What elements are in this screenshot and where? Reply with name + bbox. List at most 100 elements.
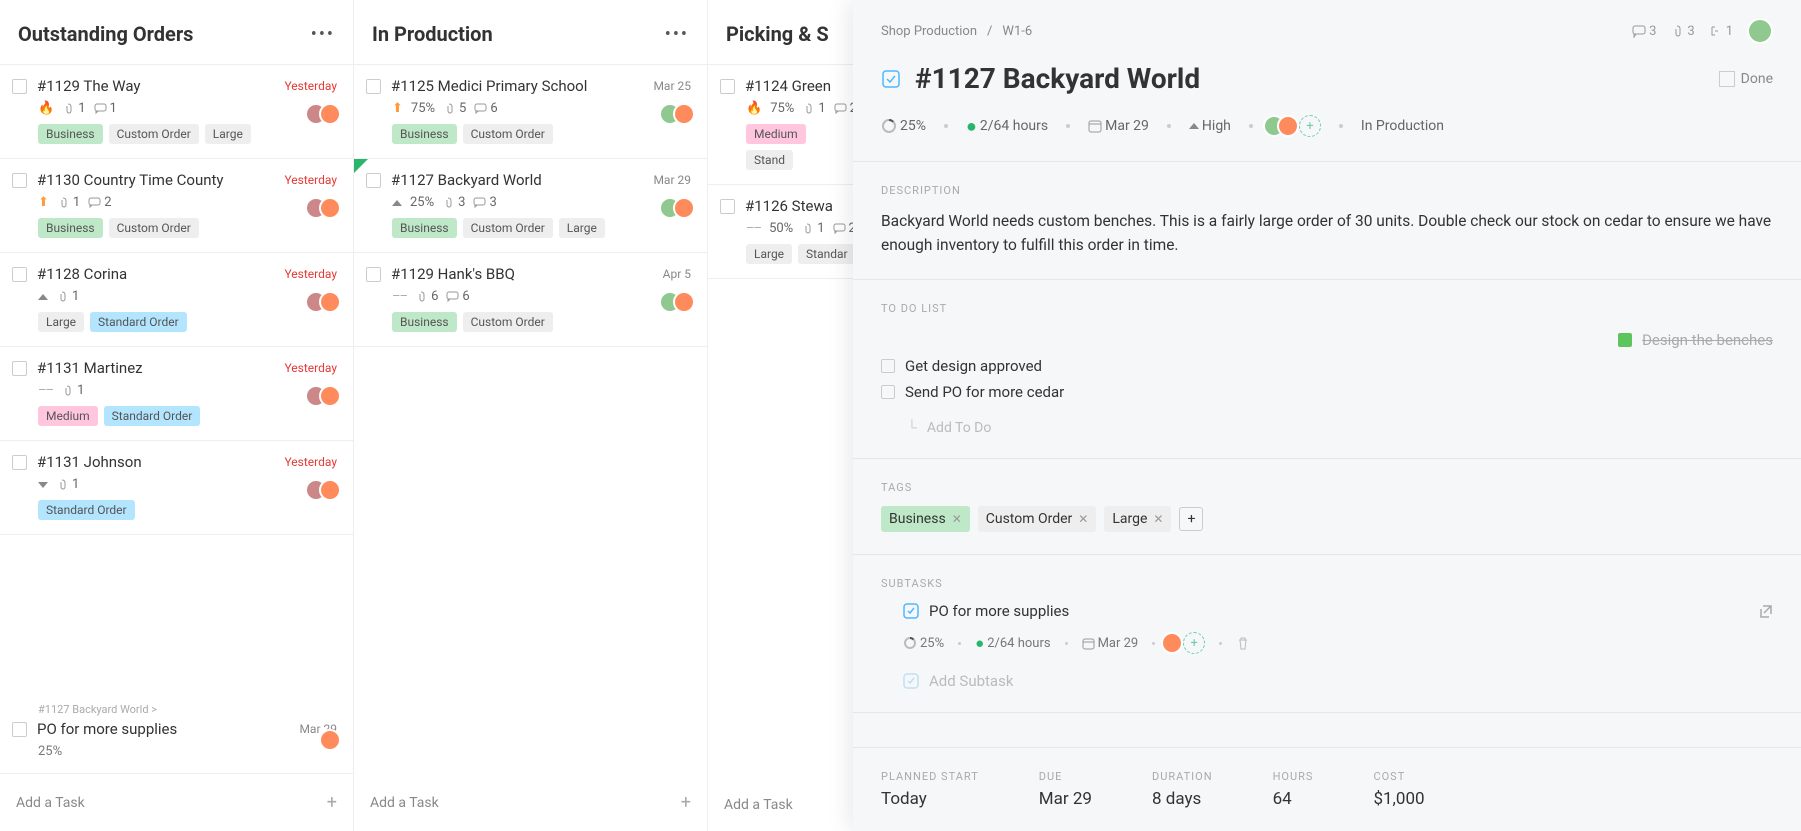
avatars[interactable]	[313, 385, 341, 407]
priority-icon	[38, 482, 48, 488]
checkbox[interactable]	[12, 267, 27, 282]
parent-link[interactable]: #1127 Backyard World >	[38, 703, 337, 716]
comment-icon: 6	[446, 289, 469, 304]
tag: Business	[38, 124, 103, 144]
avatars[interactable]	[313, 479, 341, 501]
subtasks-count[interactable]: 1	[1709, 24, 1733, 39]
avatars[interactable]	[667, 103, 695, 125]
tag: Business	[38, 218, 103, 238]
card[interactable]: #1126 Stewa––50%12LargeStandar	[708, 185, 873, 279]
priority-icon: ––	[392, 289, 407, 304]
card[interactable]: #1129 Hank's BBQApr 5––66BusinessCustom …	[354, 253, 707, 347]
card[interactable]: #1129 The WayYesterday🔥11BusinessCustom …	[0, 65, 353, 159]
duration[interactable]: 8 days	[1152, 789, 1213, 809]
comment-icon: 2	[88, 195, 111, 210]
avatars[interactable]	[313, 291, 341, 313]
hours[interactable]: 64	[1273, 789, 1314, 809]
add-task[interactable]: Add a Task+	[0, 774, 353, 831]
card-title: #1125 Medici Primary School	[391, 77, 645, 95]
checkbox[interactable]	[881, 359, 895, 373]
checkbox[interactable]	[720, 199, 735, 214]
card[interactable]: #1124 Green🔥75%12MediumStand	[708, 65, 873, 185]
card[interactable]: #1127 Backyard WorldMar 2925%33BusinessC…	[354, 159, 707, 253]
remove-tag-icon[interactable]: ✕	[1078, 512, 1088, 526]
remove-tag-icon[interactable]: ✕	[1153, 512, 1163, 526]
checkbox[interactable]	[366, 173, 381, 188]
planned-start[interactable]: Today	[881, 789, 979, 809]
add-assignee[interactable]: +	[1299, 115, 1321, 137]
attachments-count[interactable]: 3	[1670, 24, 1694, 39]
checkbox[interactable]	[12, 173, 27, 188]
checkbox[interactable]	[881, 385, 895, 399]
tag: Standard Order	[90, 312, 187, 332]
card-subtask[interactable]: #1127 Backyard World > PO for more suppl…	[0, 691, 353, 774]
card[interactable]: #1131 JohnsonYesterday1Standard Order	[0, 441, 353, 535]
comments-count[interactable]: 3	[1632, 24, 1656, 39]
priority[interactable]: High	[1189, 118, 1231, 134]
crumb-section[interactable]: W1-6	[1002, 24, 1032, 39]
add-tag[interactable]: +	[1179, 507, 1203, 531]
cost[interactable]: $1,000	[1373, 789, 1424, 809]
checkbox[interactable]	[12, 79, 27, 94]
todo-item[interactable]: Send PO for more cedar	[881, 379, 1773, 405]
card-title: #1131 Johnson	[37, 453, 276, 471]
card[interactable]: #1125 Medici Primary SchoolMar 25⬆75%56B…	[354, 65, 707, 159]
task-footer: PLANNED STARTToday DUEMar 29 DURATION8 d…	[853, 747, 1801, 831]
todo-item[interactable]: Design the benches	[881, 327, 1773, 353]
checkbox[interactable]	[1618, 333, 1632, 347]
todo-item[interactable]: Get design approved	[881, 353, 1773, 379]
description[interactable]: Backyard World needs custom benches. Thi…	[881, 209, 1773, 257]
avatars[interactable]	[667, 291, 695, 313]
card-title: #1124 Green	[745, 77, 857, 95]
crumb-project[interactable]: Shop Production	[881, 24, 977, 39]
more-icon[interactable]: •••	[665, 24, 689, 45]
open-icon[interactable]	[1758, 604, 1773, 619]
done-toggle[interactable]: Done	[1719, 71, 1773, 87]
checkbox[interactable]	[366, 267, 381, 282]
priority-icon	[38, 294, 48, 300]
column-title: Outstanding Orders	[18, 22, 193, 46]
card-date: Yesterday	[284, 361, 337, 375]
tag[interactable]: Business ✕	[881, 506, 970, 532]
checkbox[interactable]	[720, 79, 735, 94]
add-task[interactable]: Add a Task	[708, 779, 873, 831]
avatars[interactable]	[313, 197, 341, 219]
column-outstanding: Outstanding Orders ••• #1129 The WayYest…	[0, 0, 354, 831]
add-subtask[interactable]: Add Subtask	[903, 672, 1773, 690]
checkbox[interactable]	[12, 361, 27, 376]
trash-icon[interactable]	[1236, 636, 1250, 650]
avatar[interactable]	[1747, 18, 1773, 44]
checkbox[interactable]	[12, 455, 27, 470]
remove-tag-icon[interactable]: ✕	[952, 512, 962, 526]
checkbox[interactable]	[12, 722, 27, 737]
progress: 25%	[38, 744, 337, 759]
status[interactable]: In Production	[1361, 118, 1444, 134]
tag: Standar	[798, 244, 856, 264]
tag: Business	[392, 218, 457, 238]
tag: Standard Order	[104, 406, 201, 426]
section-label: TAGS	[881, 481, 1773, 494]
avatars[interactable]	[667, 197, 695, 219]
subtask[interactable]: PO for more supplies 25% ●2/64 hours Mar…	[903, 602, 1773, 690]
attachment-icon: 1	[56, 477, 79, 492]
card-title: #1131 Martinez	[37, 359, 276, 377]
tag[interactable]: Custom Order ✕	[978, 506, 1097, 532]
section-label: TO DO LIST	[881, 302, 1773, 315]
date[interactable]: Mar 29	[1088, 118, 1149, 134]
add-assignee[interactable]: +	[1183, 632, 1205, 654]
arrow-up-icon: ⬆	[38, 195, 49, 210]
attachment-icon: 6	[415, 289, 438, 304]
card[interactable]: #1130 Country Time CountyYesterday⬆12Bus…	[0, 159, 353, 253]
section-label: SUBTASKS	[881, 577, 1773, 590]
checkbox[interactable]	[366, 79, 381, 94]
tag[interactable]: Large ✕	[1104, 506, 1171, 532]
due-date[interactable]: Mar 29	[1039, 789, 1092, 809]
more-icon[interactable]: •••	[311, 24, 335, 45]
card-title: #1128 Corina	[37, 265, 276, 283]
add-task[interactable]: Add a Task+	[354, 774, 707, 831]
add-todo[interactable]: └Add To Do	[907, 419, 1773, 436]
card[interactable]: #1128 CorinaYesterday1LargeStandard Orde…	[0, 253, 353, 347]
avatars[interactable]	[313, 103, 341, 125]
attachment-icon: 5	[443, 101, 466, 116]
card[interactable]: #1131 MartinezYesterday––1MediumStandard…	[0, 347, 353, 441]
